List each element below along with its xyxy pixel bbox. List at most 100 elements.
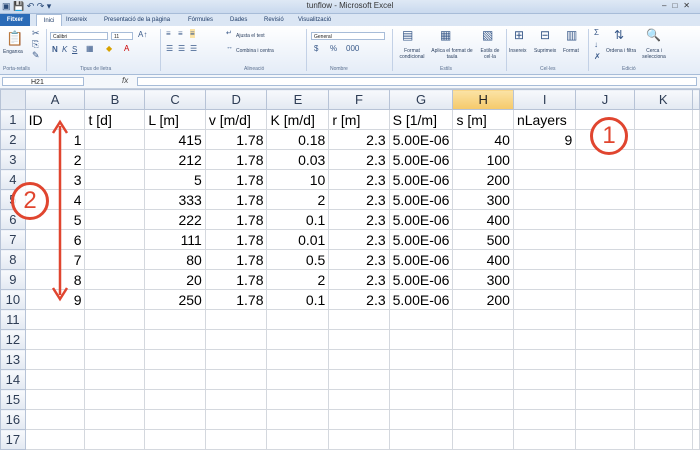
tab-formulas[interactable]: Fórmules: [188, 14, 213, 26]
cell-e13[interactable]: [266, 349, 330, 370]
cell-k5[interactable]: [633, 189, 694, 210]
cell-g10[interactable]: 5.00E-06: [388, 289, 454, 310]
fill-color-icon[interactable]: ◆: [106, 44, 112, 53]
cell-d7[interactable]: 1.78: [204, 229, 268, 250]
cell-f17[interactable]: [328, 429, 390, 450]
cell-b10[interactable]: [84, 289, 146, 310]
cell-e3[interactable]: 0.03: [266, 149, 330, 170]
cell-i13[interactable]: [512, 349, 577, 370]
cell-overflow[interactable]: [692, 209, 700, 230]
cell-d2[interactable]: 1.78: [204, 129, 268, 150]
cell-f6[interactable]: 2.3: [328, 209, 390, 230]
cell-e2[interactable]: 0.18: [266, 129, 330, 150]
cell-h10[interactable]: 200: [452, 289, 514, 310]
cell-k7[interactable]: [633, 229, 694, 250]
cell-d6[interactable]: 1.78: [204, 209, 268, 230]
tab-page-layout[interactable]: Presentació de la pàgina: [104, 14, 170, 26]
cell-overflow[interactable]: [692, 129, 700, 150]
cell-c14[interactable]: [144, 369, 206, 390]
cell-d10[interactable]: 1.78: [204, 289, 268, 310]
cell-d9[interactable]: 1.78: [204, 269, 268, 290]
cell-i9[interactable]: [512, 269, 577, 290]
cell-c13[interactable]: [144, 349, 206, 370]
cell-a14[interactable]: [24, 369, 86, 390]
cell-f2[interactable]: 2.3: [328, 129, 390, 150]
cell-h4[interactable]: 200: [452, 169, 514, 190]
wrap-text-button[interactable]: Ajusta el text: [236, 33, 265, 39]
cell-j4[interactable]: [575, 169, 635, 190]
cell-j17[interactable]: [575, 429, 635, 450]
cell-g9[interactable]: 5.00E-06: [388, 269, 454, 290]
cell-h17[interactable]: [452, 429, 514, 450]
cell-k17[interactable]: [633, 429, 694, 450]
row-header[interactable]: 3: [0, 149, 26, 170]
cell-i11[interactable]: [512, 309, 577, 330]
font-name-select[interactable]: Calibri: [50, 32, 108, 40]
format-as-table-button[interactable]: Aplica el format de taula: [430, 48, 474, 60]
cell-d13[interactable]: [204, 349, 268, 370]
align-bottom-icon[interactable]: ≡: [190, 29, 195, 38]
cell-g4[interactable]: 5.00E-06: [388, 169, 454, 190]
cell-c10[interactable]: 250: [144, 289, 206, 310]
font-size-select[interactable]: 11: [111, 32, 133, 40]
column-header-partial[interactable]: [692, 89, 700, 110]
cell-j14[interactable]: [575, 369, 635, 390]
cell-j9[interactable]: [575, 269, 635, 290]
cell-e1[interactable]: K [m/d]: [266, 109, 330, 130]
column-header-d[interactable]: D: [204, 89, 268, 110]
font-color-icon[interactable]: A: [124, 44, 129, 53]
find-select-button[interactable]: Cerca i selecciona: [636, 48, 672, 60]
copy-icon[interactable]: ⎘: [32, 39, 39, 50]
cell-overflow[interactable]: [692, 389, 700, 410]
cell-f13[interactable]: [328, 349, 390, 370]
cell-b13[interactable]: [84, 349, 146, 370]
format-cells-icon[interactable]: ▥: [566, 28, 577, 42]
cell-b16[interactable]: [84, 409, 146, 430]
row-header[interactable]: 14: [0, 369, 26, 390]
cell-g16[interactable]: [388, 409, 454, 430]
cell-b9[interactable]: [84, 269, 146, 290]
cell-i6[interactable]: [512, 209, 577, 230]
tab-insert[interactable]: Insereix: [66, 14, 87, 26]
cell-c12[interactable]: [144, 329, 206, 350]
cell-h11[interactable]: [452, 309, 514, 330]
delete-cells-icon[interactable]: ⊟: [540, 28, 550, 42]
cell-i14[interactable]: [512, 369, 577, 390]
cell-d11[interactable]: [204, 309, 268, 330]
cell-f15[interactable]: [328, 389, 390, 410]
cell-overflow[interactable]: [692, 409, 700, 430]
cell-e5[interactable]: 2: [266, 189, 330, 210]
insert-cells-icon[interactable]: ⊞: [514, 28, 524, 42]
cell-k15[interactable]: [633, 389, 694, 410]
cell-e6[interactable]: 0.1: [266, 209, 330, 230]
cell-g1[interactable]: S [1/m]: [388, 109, 454, 130]
cell-e10[interactable]: 0.1: [266, 289, 330, 310]
row-header[interactable]: 1: [0, 109, 26, 130]
cell-a13[interactable]: [24, 349, 86, 370]
cell-c8[interactable]: 80: [144, 249, 206, 270]
cell-styles-button[interactable]: Estils de cel·la: [476, 48, 504, 60]
comma-style-icon[interactable]: 000: [346, 44, 359, 53]
cell-overflow[interactable]: [692, 269, 700, 290]
cell-f5[interactable]: 2.3: [328, 189, 390, 210]
bold-icon[interactable]: N: [52, 45, 58, 54]
cell-g17[interactable]: [388, 429, 454, 450]
cell-c4[interactable]: 5: [144, 169, 206, 190]
cell-c15[interactable]: [144, 389, 206, 410]
cell-overflow[interactable]: [692, 169, 700, 190]
cell-a16[interactable]: [24, 409, 86, 430]
cell-i1[interactable]: nLayers: [512, 109, 577, 130]
cell-b5[interactable]: [84, 189, 146, 210]
conditional-format-button[interactable]: Format condicional: [394, 48, 430, 60]
cell-g15[interactable]: [388, 389, 454, 410]
cell-overflow[interactable]: [692, 149, 700, 170]
cell-i7[interactable]: [512, 229, 577, 250]
cell-e17[interactable]: [266, 429, 330, 450]
cell-h9[interactable]: 300: [452, 269, 514, 290]
cell-d3[interactable]: 1.78: [204, 149, 268, 170]
row-header[interactable]: 9: [0, 269, 26, 290]
cell-j6[interactable]: [575, 209, 635, 230]
cell-c7[interactable]: 111: [144, 229, 206, 250]
cell-i17[interactable]: [512, 429, 577, 450]
cell-k13[interactable]: [633, 349, 694, 370]
